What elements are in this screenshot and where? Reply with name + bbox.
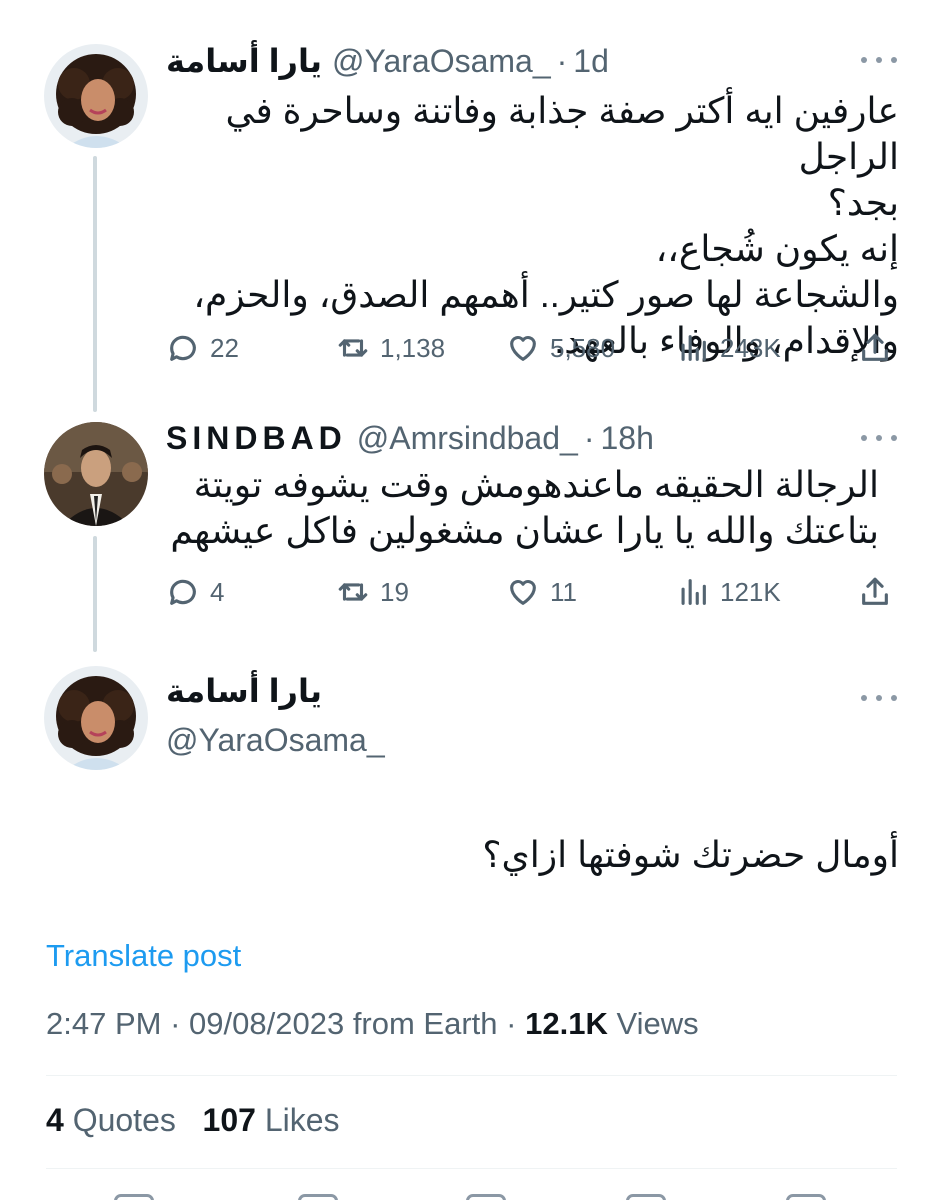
views-button[interactable]: 121K <box>676 572 781 612</box>
like-count: 5,580 <box>550 332 616 363</box>
avatar[interactable] <box>44 666 148 770</box>
like-button[interactable]: 11 <box>506 572 577 612</box>
like-button[interactable]: 5,580 <box>506 328 615 368</box>
bookmark-icon[interactable] <box>626 1194 666 1200</box>
post-date[interactable]: 09/08/2023 <box>189 1006 344 1041</box>
avatar[interactable] <box>44 422 148 526</box>
avatar-image <box>44 44 148 148</box>
views-total: 12.1K <box>525 1006 608 1041</box>
likes-link[interactable]: 107 Likes <box>203 1102 340 1138</box>
separator-dot: · <box>556 43 568 79</box>
post-time[interactable]: 2:47 PM <box>46 1006 161 1041</box>
tweet-timestamp[interactable]: 1d <box>573 43 609 80</box>
display-name[interactable]: SINDBAD <box>166 420 347 457</box>
tweet-timestamp[interactable]: 18h <box>600 420 653 457</box>
heart-icon[interactable] <box>466 1194 506 1200</box>
divider <box>46 1168 897 1169</box>
tweet-text: عارفين ايه أكتر صفة جذابة وفاتنة وساحرة … <box>193 90 899 361</box>
more-dots-icon[interactable] <box>861 50 897 70</box>
reply-icon[interactable] <box>114 1194 154 1200</box>
display-name[interactable]: يارا أسامة <box>166 42 322 80</box>
retweet-icon <box>338 583 368 601</box>
share-icon[interactable] <box>786 1194 826 1200</box>
reply-count: 4 <box>210 576 225 607</box>
more-dots-icon[interactable] <box>861 428 897 448</box>
retweet-icon <box>338 339 368 357</box>
tweet-actions: 22 1,138 5,580 243K <box>166 328 896 368</box>
translate-post-link[interactable]: Translate post <box>46 938 241 974</box>
views-icon <box>681 579 706 605</box>
quotes-label: Quotes <box>72 1102 176 1138</box>
tweet-metadata: 2:47 PM · 09/08/2023 from Earth · 12.1K … <box>46 1006 699 1042</box>
likes-count: 107 <box>202 1102 256 1138</box>
avatar[interactable] <box>44 44 148 148</box>
avatar-image <box>44 666 148 770</box>
user-handle[interactable]: @Amrsindbad_ <box>357 420 578 457</box>
retweet-button[interactable]: 19 <box>336 572 409 612</box>
user-handle[interactable]: @YaraOsama_ <box>166 722 385 759</box>
share-button[interactable] <box>858 328 892 368</box>
views-label: Views <box>616 1006 699 1041</box>
reply-icon <box>170 579 196 605</box>
user-handle[interactable]: @YaraOsama_ <box>332 43 551 80</box>
likes-label: Likes <box>264 1102 340 1138</box>
tweet-header: SINDBAD @Amrsindbad_ · 18h <box>166 420 654 457</box>
heart-icon <box>510 580 536 605</box>
retweet-icon[interactable] <box>298 1194 338 1200</box>
engagement-stats: 4 Quotes 107 Likes <box>46 1102 340 1139</box>
views-button[interactable]: 243K <box>676 328 781 368</box>
avatar-image <box>44 422 148 526</box>
reply-count: 22 <box>210 332 239 363</box>
display-name[interactable]: يارا أسامة <box>166 672 322 710</box>
separator-dot: · <box>506 1006 517 1041</box>
thread-connector-line <box>93 156 97 412</box>
reply-button[interactable]: 22 <box>166 328 239 368</box>
tweet-header: يارا أسامة @YaraOsama_ · 1d <box>166 42 609 80</box>
views-count: 243K <box>720 332 781 363</box>
quotes-count: 4 <box>46 1102 64 1138</box>
like-count: 11 <box>550 576 577 607</box>
reply-icon <box>170 335 196 361</box>
share-icon <box>862 577 888 605</box>
main-tweet-text: أومال حضرتك شوفتها ازاي؟ <box>482 834 899 875</box>
share-icon <box>862 333 888 361</box>
tweet-actions: 4 19 11 121K <box>166 572 896 612</box>
share-button[interactable] <box>858 572 892 612</box>
retweet-count: 19 <box>380 576 409 607</box>
views-icon <box>681 335 706 361</box>
quotes-link[interactable]: 4 Quotes <box>46 1102 185 1138</box>
retweet-button[interactable]: 1,138 <box>336 328 445 368</box>
tweet-text: الرجالة الحقيقه ماعندهومش وقت يشوفه تويت… <box>170 464 879 551</box>
retweet-count: 1,138 <box>380 332 446 363</box>
separator-dot: · <box>170 1006 181 1041</box>
divider <box>46 1075 897 1076</box>
thread-connector-line <box>93 536 97 652</box>
reply-button[interactable]: 4 <box>166 572 224 612</box>
bottom-action-bar <box>46 1186 897 1200</box>
separator-dot: · <box>583 420 595 456</box>
more-dots-icon[interactable] <box>861 688 897 708</box>
heart-icon <box>510 336 536 361</box>
views-count: 121K <box>720 576 781 607</box>
post-source: from Earth <box>352 1006 498 1041</box>
